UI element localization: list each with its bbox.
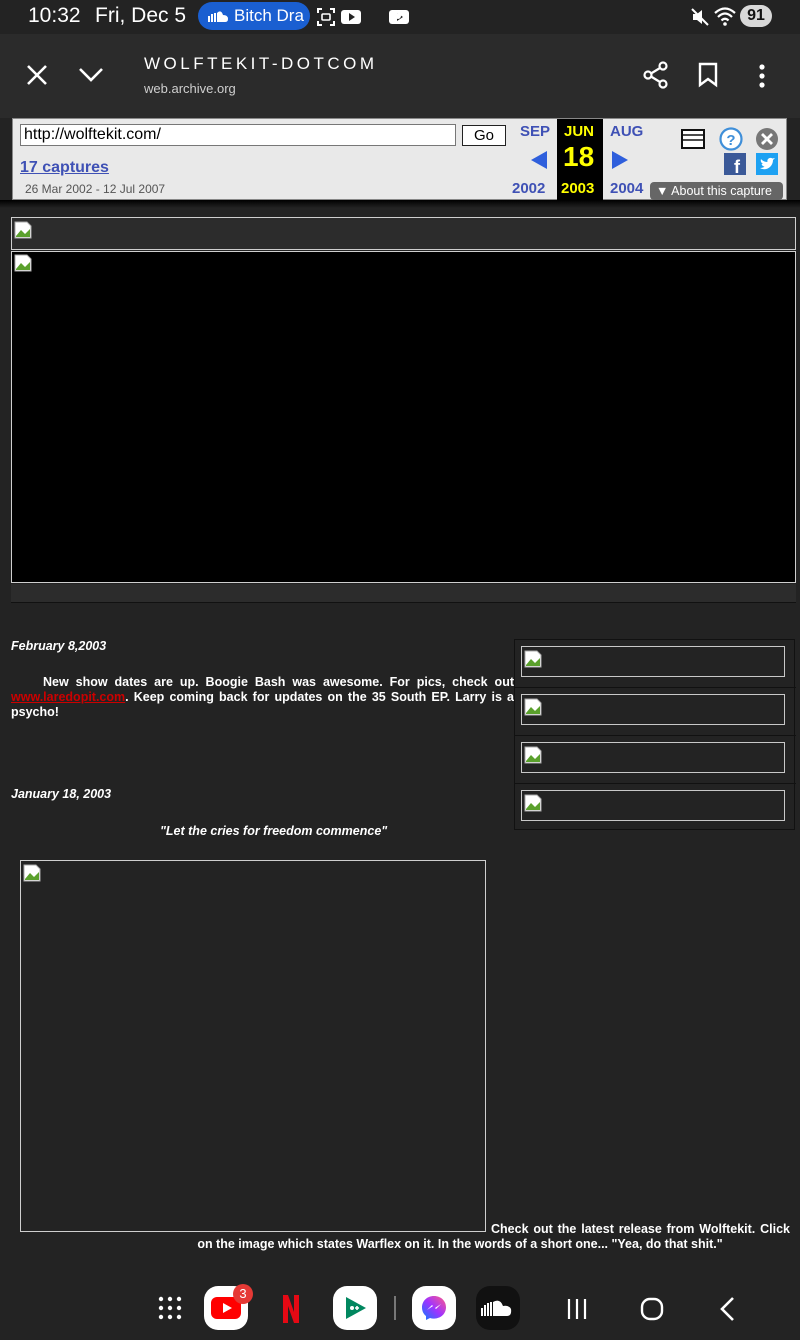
current-month-label: JUN <box>564 123 595 140</box>
warflex-release-image[interactable] <box>20 860 486 1232</box>
broken-image-icon <box>524 698 542 716</box>
side-nav-divider <box>515 735 796 736</box>
news-date: February 8,2003 <box>11 639 107 653</box>
toolbar-shadow <box>0 200 800 208</box>
apps-grid-icon[interactable] <box>158 1296 182 1320</box>
current-capture-cell: JUN 18 2003 <box>557 119 603 200</box>
laredopit-link[interactable]: www.laredopit.com <box>11 690 125 704</box>
soundcloud-icon[interactable] <box>476 1286 520 1330</box>
next-capture-arrow-icon[interactable] <box>610 150 630 170</box>
wifi-icon <box>714 7 736 26</box>
side-nav-image-1[interactable] <box>521 646 785 677</box>
netflix-icon[interactable] <box>281 1294 301 1324</box>
screenshot-icon <box>317 8 335 26</box>
news-text: New show dates are up. Boogie Bash was a… <box>43 675 514 689</box>
share-icon[interactable] <box>642 61 670 89</box>
home-button[interactable] <box>640 1297 664 1321</box>
youtube-badge: 3 <box>233 1284 253 1304</box>
side-nav-divider <box>515 687 796 688</box>
browser-toolbar <box>0 34 800 118</box>
about-capture-label: About this capture <box>671 184 772 198</box>
news-quote: "Let the cries for freedom commence" <box>160 824 388 838</box>
status-date: Fri, Dec 5 <box>95 4 187 27</box>
wayback-url-input[interactable]: http://wolftekit.com/ <box>20 124 456 146</box>
twitter-icon[interactable] <box>756 153 778 175</box>
prev-year-label[interactable]: 2002 <box>512 180 545 197</box>
status-time: 10:32 <box>28 4 81 27</box>
side-nav-divider <box>515 783 796 784</box>
side-nav-image-2[interactable] <box>521 694 785 725</box>
about-capture-button[interactable]: ▼ About this capture <box>650 182 783 200</box>
recents-button[interactable] <box>566 1298 588 1320</box>
captures-date-range: 26 Mar 2002 - 12 Jul 2007 <box>25 182 166 196</box>
site-title: WOLFTEKIT-DOTCOM <box>144 54 378 73</box>
media-pill[interactable]: Bitch Dra <box>198 2 310 30</box>
more-notifications-dot <box>395 13 401 19</box>
status-bar: 10:32 Fri, Dec 5 Bitch Dra 91 <box>0 0 800 34</box>
prev-month-label[interactable]: SEP <box>520 123 550 140</box>
captures-link[interactable]: 17 captures <box>20 159 109 177</box>
broken-image-icon <box>524 650 542 668</box>
chevron-down-icon[interactable] <box>78 67 104 83</box>
back-button[interactable] <box>717 1296 737 1322</box>
current-year-label: 2003 <box>561 180 595 197</box>
side-nav-image-4[interactable] <box>521 790 785 821</box>
soundcloud-mini-icon <box>208 11 228 22</box>
side-nav-image-3[interactable] <box>521 742 785 773</box>
dock-divider <box>394 1296 396 1320</box>
help-icon[interactable]: ? <box>719 127 743 151</box>
battery-indicator: 91 <box>740 5 772 27</box>
next-month-label[interactable]: AUG <box>610 123 643 140</box>
messenger-icon[interactable] <box>412 1286 456 1330</box>
side-nav <box>514 639 796 830</box>
play-games-icon[interactable] <box>333 1286 377 1330</box>
window-icon[interactable] <box>681 129 705 149</box>
divider-bar <box>11 584 796 603</box>
svg-text:?: ? <box>726 132 735 149</box>
wayback-toolbar: http://wolftekit.com/ Go 17 captures 26 … <box>12 118 787 200</box>
next-year-label[interactable]: 2004 <box>610 180 643 197</box>
main-banner-image <box>11 251 796 583</box>
broken-image-icon <box>524 794 542 812</box>
release-caption: Check out the latest release from Wolfte… <box>197 1222 790 1251</box>
facebook-icon[interactable]: f <box>724 153 746 175</box>
broken-image-icon <box>14 254 32 272</box>
bookmark-icon[interactable] <box>697 62 719 88</box>
close-icon[interactable] <box>26 64 48 86</box>
broken-image-icon <box>524 746 542 764</box>
media-pill-text: Bitch Dra <box>234 6 304 25</box>
mute-icon <box>691 8 709 26</box>
more-vert-icon[interactable] <box>757 63 767 89</box>
news-body: New show dates are up. Boogie Bash was a… <box>11 675 514 720</box>
android-nav-bar <box>0 1276 800 1340</box>
current-day-label: 18 <box>563 141 595 172</box>
wayback-go-button[interactable]: Go <box>462 125 506 146</box>
news-date: January 18, 2003 <box>11 787 112 801</box>
youtube-notif-icon <box>341 10 361 24</box>
caret-down-icon: ▼ <box>656 184 672 198</box>
svg-text:f: f <box>734 157 741 175</box>
broken-image-icon <box>14 221 32 239</box>
prev-capture-arrow-icon[interactable] <box>529 150 549 170</box>
header-banner-image <box>11 217 796 250</box>
broken-image-icon <box>23 864 41 882</box>
close-toolbar-icon[interactable] <box>755 127 779 151</box>
site-domain: web.archive.org <box>144 81 236 96</box>
